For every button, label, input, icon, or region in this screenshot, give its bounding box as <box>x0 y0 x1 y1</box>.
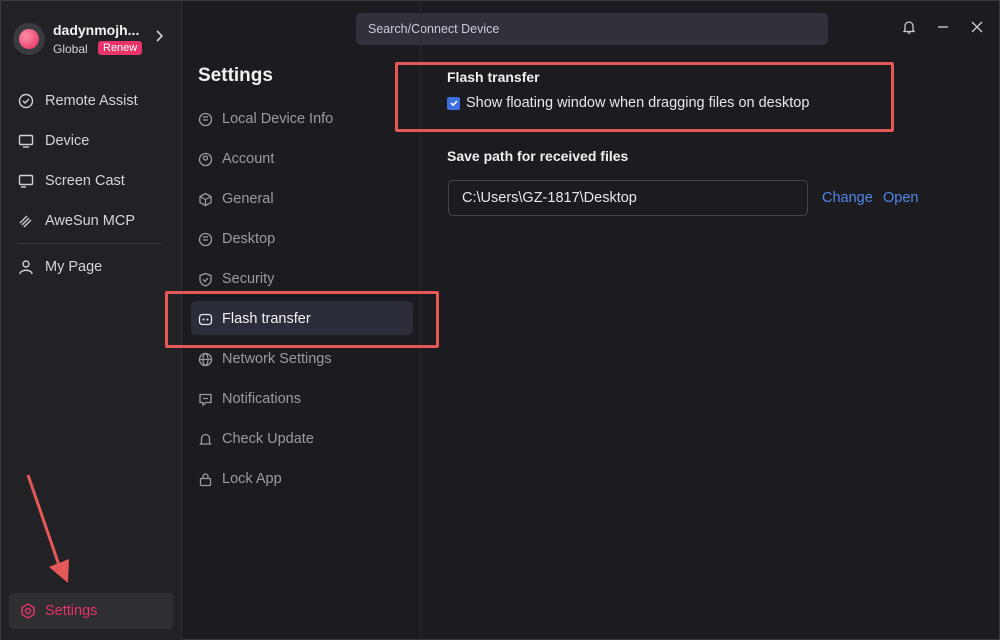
annotation-arrow-icon <box>26 474 69 583</box>
settings-item-desktop[interactable]: Desktop <box>197 227 417 251</box>
sidebar-item-screen-cast[interactable]: Screen Cast <box>17 169 167 193</box>
settings-item-label: General <box>222 191 274 207</box>
flash-transfer-title: Flash transfer <box>447 69 540 85</box>
settings-item-label: Notifications <box>222 391 301 407</box>
screen-cast-icon <box>17 172 35 190</box>
sidebar-item-awesun-mcp[interactable]: AweSun MCP <box>17 209 167 233</box>
settings-item-label: Local Device Info <box>222 111 334 127</box>
change-link[interactable]: Change <box>822 190 873 206</box>
search-input[interactable]: Search/Connect Device <box>356 13 828 45</box>
floating-window-checkbox[interactable] <box>447 96 460 110</box>
profile-card[interactable]: dadynmojh... Global Renew <box>13 19 173 63</box>
sidebar-item-my-page[interactable]: My Page <box>17 255 167 279</box>
sidebar-item-device[interactable]: Device <box>17 129 167 153</box>
save-path-title: Save path for received files <box>447 148 629 164</box>
flash-transfer-icon <box>197 311 213 327</box>
settings-gear-icon <box>19 602 37 620</box>
sidebar-item-label: Device <box>45 133 90 149</box>
window-controls <box>901 19 985 35</box>
lock-icon <box>197 471 213 487</box>
sidebar-item-label: AweSun MCP <box>45 213 135 229</box>
settings-title: Settings <box>198 65 273 86</box>
desktop-icon <box>197 231 213 247</box>
open-link[interactable]: Open <box>883 190 918 206</box>
settings-item-label: Network Settings <box>222 351 332 367</box>
region-label: Global <box>53 42 88 56</box>
device-info-icon <box>197 111 213 127</box>
settings-item-security[interactable]: Security <box>197 267 417 291</box>
bell-icon <box>197 431 213 447</box>
checkbox-label: Show floating window when dragging files… <box>466 95 810 111</box>
settings-item-label: Account <box>222 151 275 167</box>
settings-item-flash-transfer[interactable]: Flash transfer <box>197 307 417 331</box>
sidebar-item-label: Screen Cast <box>45 173 125 189</box>
sidebar-item-remote-assist[interactable]: Remote Assist <box>17 89 167 113</box>
sidebar-settings-button[interactable]: Settings <box>9 593 173 629</box>
floating-window-checkbox-row[interactable]: Show floating window when dragging files… <box>447 95 809 111</box>
mcp-icon <box>17 212 35 230</box>
settings-item-label: Flash transfer <box>222 311 311 327</box>
settings-label: Settings <box>45 603 98 619</box>
monitor-icon <box>17 132 35 150</box>
settings-item-notifications[interactable]: Notifications <box>197 387 417 411</box>
cube-icon <box>197 191 213 207</box>
settings-item-check-update[interactable]: Check Update <box>197 427 417 451</box>
account-icon <box>197 151 213 167</box>
settings-item-account[interactable]: Account <box>197 147 417 171</box>
message-icon <box>197 391 213 407</box>
settings-item-label: Desktop <box>222 231 276 247</box>
chevron-right-icon[interactable] <box>155 29 165 46</box>
bell-icon[interactable] <box>901 19 917 35</box>
settings-item-label: Lock App <box>222 471 282 487</box>
save-path-field[interactable]: C:\Users\GZ-1817\Desktop <box>448 180 808 216</box>
globe-icon <box>197 351 213 367</box>
shield-icon <box>197 271 213 287</box>
settings-item-lock-app[interactable]: Lock App <box>197 467 417 491</box>
avatar[interactable] <box>13 23 45 55</box>
close-icon[interactable] <box>969 19 985 35</box>
settings-item-local-device-info[interactable]: Local Device Info <box>197 107 417 131</box>
sidebar-divider <box>17 243 161 244</box>
settings-item-label: Check Update <box>222 431 314 447</box>
sidebar-item-label: Remote Assist <box>45 93 138 109</box>
user-icon <box>17 258 35 276</box>
sidebar-item-label: My Page <box>45 259 103 275</box>
app-window: dadynmojh... Global Renew Remote Assist … <box>0 0 1000 640</box>
minimize-icon[interactable] <box>935 19 951 35</box>
settings-item-label: Security <box>222 271 275 287</box>
remote-assist-icon <box>17 92 35 110</box>
settings-item-network-settings[interactable]: Network Settings <box>197 347 417 371</box>
settings-item-general[interactable]: General <box>197 187 417 211</box>
username: dadynmojh... <box>53 22 140 38</box>
renew-badge[interactable]: Renew <box>98 41 143 55</box>
settings-panel: Settings Local Device Info Account Gener… <box>183 1 421 640</box>
